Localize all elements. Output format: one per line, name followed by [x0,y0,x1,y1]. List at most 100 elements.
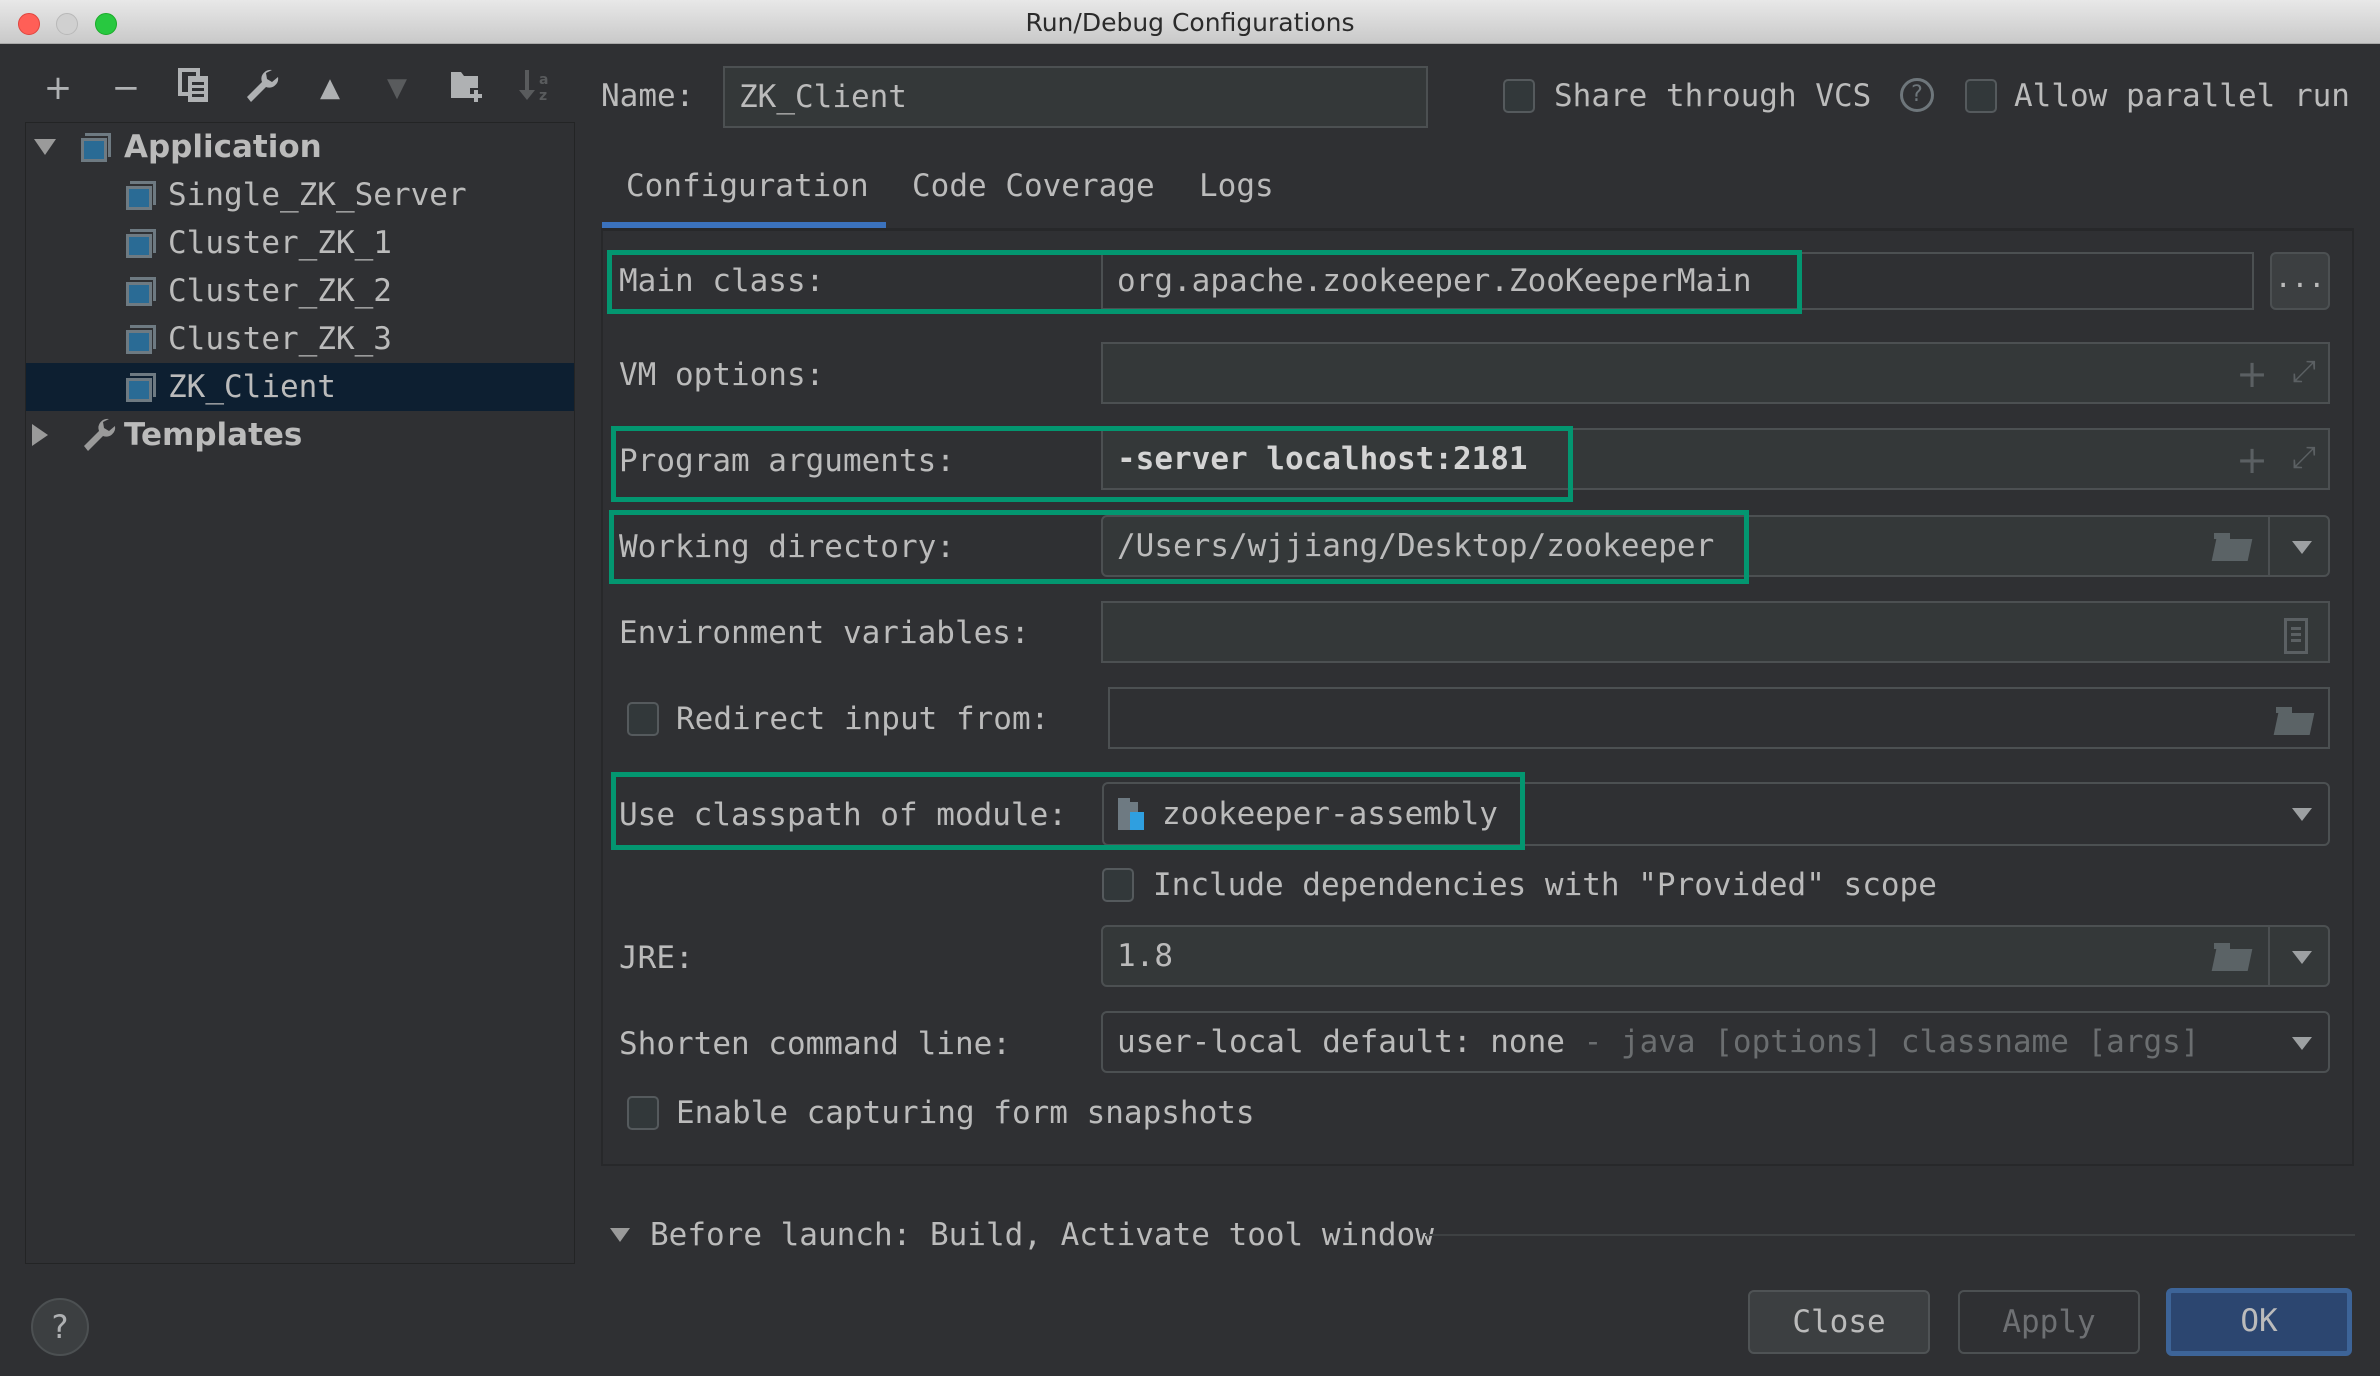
name-input[interactable]: ZK_Client [723,66,1428,128]
dropdown-arrow-icon[interactable] [2292,1037,2312,1050]
application-icon [81,133,111,163]
svg-text:a: a [539,72,548,88]
svg-text:z: z [539,88,547,104]
form-snapshots-label: Enable capturing form snapshots [676,1095,1255,1131]
main-class-input[interactable]: org.apache.zookeeper.ZooKeeperMain [1101,252,2254,310]
insert-macro-icon[interactable]: + [2236,438,2268,482]
shorten-command-line-select[interactable]: user-local default: none - java [options… [1101,1011,2330,1073]
dropdown-arrow-icon[interactable] [2292,541,2312,554]
divider [2268,927,2270,985]
application-config-icon [126,181,156,211]
environment-variables-input[interactable] [1101,601,2330,663]
name-value: ZK_Client [739,79,907,115]
expand-icon[interactable]: ⤢ [2292,354,2316,389]
tree-item-cluster-zk-2[interactable]: Cluster_ZK_2 [26,267,574,315]
share-vcs-checkbox[interactable] [1503,79,1535,113]
configuration-tree: Application Single_ZK_Server Cluster_ZK_… [25,122,575,1264]
tree-item-label: Cluster_ZK_1 [168,225,392,261]
shorten-command-line-label: Shorten command line: [619,1026,1011,1062]
shorten-hint: - java [options] classname [args] [1564,1024,2200,1060]
vm-options-label: VM options: [619,357,825,393]
close-button[interactable]: Close [1748,1290,1930,1354]
ok-button[interactable]: OK [2166,1288,2352,1356]
folder-icon[interactable] [2211,943,2253,971]
redirect-input-checkbox[interactable] [627,702,659,736]
tree-item-label: Single_ZK_Server [168,177,467,213]
classpath-module-label: Use classpath of module: [619,797,1067,833]
tree-item-label: ZK_Client [168,369,336,405]
collapse-arrow-icon[interactable] [32,424,48,446]
tree-group-label: Application [124,129,322,165]
expand-arrow-icon[interactable] [34,139,56,155]
classpath-module-select[interactable]: zookeeper-assembly [1102,782,2330,846]
tree-group-templates[interactable]: Templates [26,411,574,459]
program-arguments-input[interactable]: -server localhost:2181 + ⤢ [1101,428,2330,490]
main-class-label: Main class: [619,263,825,299]
move-up-icon[interactable]: ▲ [310,68,350,108]
divider [2268,517,2270,575]
working-directory-input[interactable]: /Users/wjjiang/Desktop/zookeeper [1101,515,2330,577]
program-arguments-label: Program arguments: [619,443,955,479]
move-down-icon[interactable]: ▼ [377,68,417,108]
help-icon[interactable]: ? [1900,78,1934,112]
jre-value: 1.8 [1117,938,1173,974]
help-button[interactable]: ? [31,1298,89,1356]
title-bar: Run/Debug Configurations [0,0,2380,44]
tab-logs[interactable]: Logs [1199,168,1274,204]
application-config-icon [126,373,156,403]
edit-env-vars-icon[interactable] [2284,618,2308,654]
name-label: Name: [601,78,695,114]
wrench-icon[interactable] [242,68,282,108]
new-folder-icon[interactable] [447,68,487,108]
working-directory-label: Working directory: [619,529,955,565]
add-icon[interactable]: + [38,68,78,108]
remove-icon[interactable]: − [106,68,146,108]
insert-macro-icon[interactable]: + [2236,352,2268,396]
expand-icon[interactable]: ⤢ [2292,440,2316,475]
before-launch-toggle-icon[interactable] [610,1228,630,1242]
folder-icon[interactable] [2211,533,2253,561]
program-arguments-value: -server localhost:2181 [1117,441,1528,477]
environment-variables-label: Environment variables: [619,615,1030,651]
tree-group-label: Templates [124,417,303,453]
include-provided-checkbox[interactable] [1102,868,1134,902]
before-launch-label[interactable]: Before launch: Build, Activate tool wind… [650,1217,1434,1253]
working-directory-value: /Users/wjjiang/Desktop/zookeeper [1117,528,1715,564]
module-icon [1118,798,1144,830]
shorten-mode: user-local default: none [1117,1024,1565,1060]
form-snapshots-checkbox[interactable] [627,1096,659,1130]
apply-button[interactable]: Apply [1958,1290,2140,1354]
separator [1425,1234,2355,1236]
allow-parallel-run-label: Allow parallel run [2014,78,2350,114]
folder-icon[interactable] [2273,707,2315,735]
application-config-icon [126,325,156,355]
tree-item-zk-client[interactable]: ZK_Client [26,363,574,411]
include-provided-label: Include dependencies with "Provided" sco… [1153,867,1937,903]
tree-item-cluster-zk-3[interactable]: Cluster_ZK_3 [26,315,574,363]
wrench-icon [81,417,117,467]
window-title: Run/Debug Configurations [1025,8,1355,37]
classpath-module-value: zookeeper-assembly [1162,796,1498,832]
copy-icon[interactable] [175,68,215,108]
application-config-icon [126,277,156,307]
main-class-value: org.apache.zookeeper.ZooKeeperMain [1117,263,1752,299]
tree-item-single-zk-server[interactable]: Single_ZK_Server [26,171,574,219]
application-config-icon [126,229,156,259]
tree-group-application[interactable]: Application [26,123,574,171]
shorten-command-line-value: user-local default: none - java [options… [1117,1013,2200,1071]
redirect-input-label: Redirect input from: [676,701,1050,737]
jre-label: JRE: [619,940,694,976]
sort-alphabetically-icon[interactable]: az [515,68,555,108]
tree-item-cluster-zk-1[interactable]: Cluster_ZK_1 [26,219,574,267]
tab-configuration[interactable]: Configuration [626,168,869,204]
tab-code-coverage[interactable]: Code Coverage [912,168,1155,204]
allow-parallel-run-checkbox[interactable] [1965,79,1997,113]
browse-main-class-button[interactable]: ... [2270,252,2330,310]
vm-options-input[interactable]: + ⤢ [1101,342,2330,404]
tree-item-label: Cluster_ZK_2 [168,273,392,309]
tree-item-label: Cluster_ZK_3 [168,321,392,357]
redirect-input-field[interactable] [1108,687,2330,749]
jre-select[interactable]: 1.8 [1101,925,2330,987]
dropdown-arrow-icon[interactable] [2292,808,2312,821]
dropdown-arrow-icon[interactable] [2292,951,2312,964]
